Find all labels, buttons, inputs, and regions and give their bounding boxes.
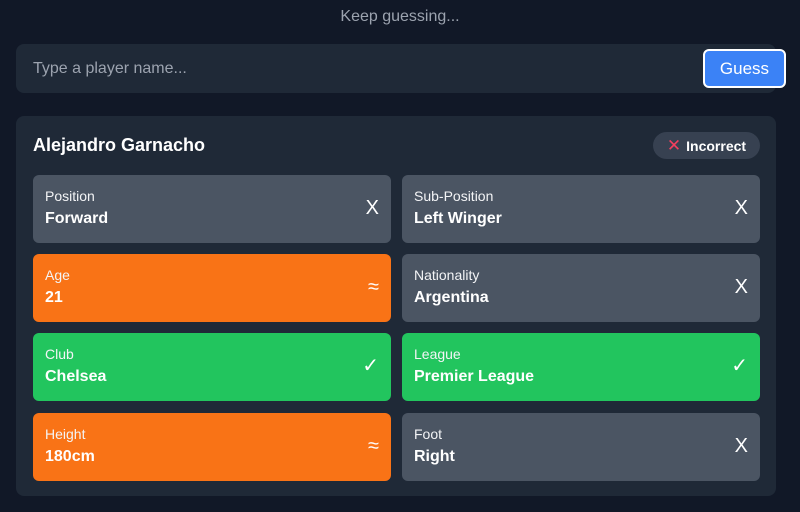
- wrong-icon: X: [734, 435, 748, 457]
- attribute-tile-club: Club Chelsea ✓: [33, 333, 391, 401]
- result-badge: ✕ Incorrect: [653, 132, 760, 159]
- incorrect-icon: ✕: [666, 135, 682, 155]
- check-icon: ✓: [362, 355, 379, 377]
- result-label: Incorrect: [686, 137, 747, 154]
- wrong-icon: X: [734, 276, 748, 298]
- attribute-value: Chelsea: [45, 368, 107, 385]
- attribute-tile-height: Height 180cm ≈: [33, 413, 391, 481]
- guessed-player-name: Alejandro Garnacho: [33, 135, 206, 155]
- attribute-value: 21: [45, 289, 63, 306]
- attribute-label: Sub-Position: [414, 188, 494, 204]
- attribute-tile-sub-position: Sub-Position Left Winger X: [402, 175, 760, 243]
- attribute-tile-position: Position Forward X: [33, 175, 391, 243]
- attribute-label: Club: [45, 346, 74, 362]
- attribute-value: Right: [414, 448, 455, 465]
- approximate-icon: ≈: [368, 435, 379, 457]
- attribute-label: Nationality: [414, 267, 480, 283]
- attribute-tile-age: Age 21 ≈: [33, 254, 391, 322]
- attribute-label: Height: [45, 426, 86, 442]
- attribute-label: Age: [45, 267, 70, 283]
- attribute-label: Foot: [414, 426, 443, 442]
- attribute-tile-league: League Premier League ✓: [402, 333, 760, 401]
- attribute-value: Forward: [45, 210, 109, 227]
- attribute-value: Argentina: [414, 289, 489, 306]
- approximate-icon: ≈: [368, 276, 379, 298]
- attribute-value: Left Winger: [414, 210, 502, 227]
- attribute-tile-foot: Foot Right X: [402, 413, 760, 481]
- status-text: Keep guessing...: [340, 8, 460, 25]
- wrong-icon: X: [365, 197, 379, 219]
- search-bar: Guess: [16, 44, 786, 93]
- guess-result-card: Alejandro Garnacho ✕ Incorrect Position …: [16, 116, 776, 496]
- guess-button[interactable]: Guess: [703, 49, 786, 88]
- wrong-icon: X: [734, 197, 748, 219]
- attribute-tile-nationality: Nationality Argentina X: [402, 254, 760, 322]
- attribute-value: 180cm: [45, 448, 95, 465]
- attribute-value: Premier League: [414, 368, 535, 385]
- player-search-input[interactable]: [16, 44, 686, 93]
- attribute-label: League: [414, 346, 461, 362]
- check-icon: ✓: [731, 355, 748, 377]
- attribute-label: Position: [45, 188, 95, 204]
